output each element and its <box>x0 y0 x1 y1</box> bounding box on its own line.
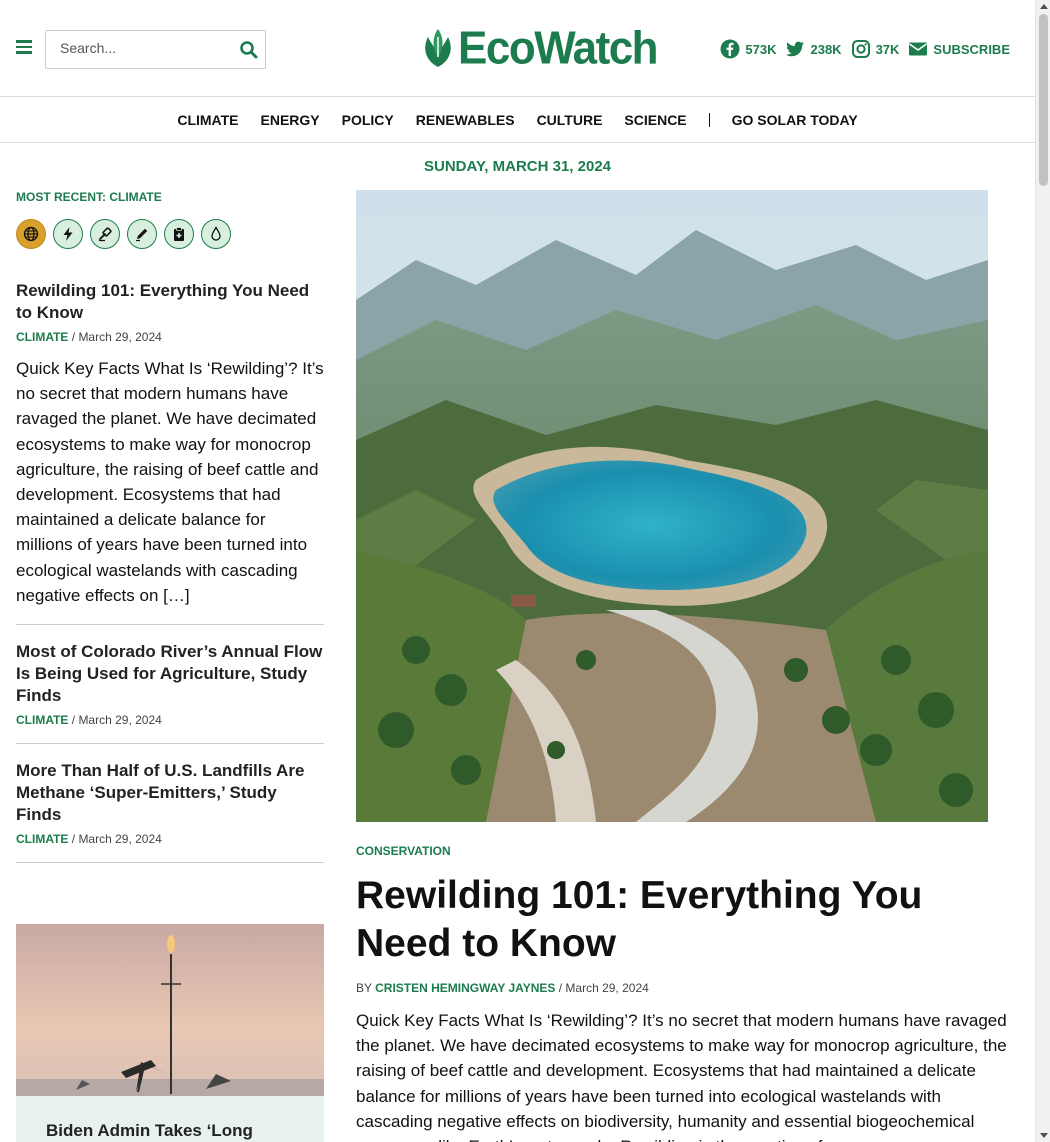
article-date: / March 29, 2024 <box>68 832 162 847</box>
featured-date: / March 29, 2024 <box>555 981 649 995</box>
facebook-count: 573K <box>745 41 777 57</box>
twitter-count: 238K <box>810 41 842 57</box>
search-icon[interactable] <box>239 40 259 60</box>
water-drop-icon[interactable] <box>201 219 231 249</box>
envelope-icon <box>909 42 928 56</box>
instagram-link[interactable]: 37K <box>851 39 900 59</box>
lightning-icon[interactable] <box>53 219 83 249</box>
subscribe-link[interactable]: SUBSCRIBE <box>908 39 1010 59</box>
featured-author[interactable]: CRISTEN HEMINGWAY JAYNES <box>375 981 555 995</box>
nav-climate[interactable]: CLIMATE <box>177 112 238 128</box>
nav-go-solar[interactable]: GO SOLAR TODAY <box>732 112 858 128</box>
scroll-up-arrow-icon[interactable] <box>1040 4 1048 9</box>
most-recent-sidebar: MOST RECENT: CLIMATE Rewilding 101: Ever… <box>16 190 324 879</box>
hamburger-menu-icon[interactable] <box>16 40 32 56</box>
article-meta: CLIMATE / March 29, 2024 <box>16 832 324 846</box>
article-meta: CLIMATE / March 29, 2024 <box>16 713 324 727</box>
search-box <box>45 30 266 69</box>
gavel-icon[interactable] <box>90 219 120 249</box>
featured-title[interactable]: Rewilding 101: Everything You Need to Kn… <box>356 872 1016 968</box>
nav-divider <box>708 112 710 127</box>
site-logo[interactable]: EcoWatch <box>422 23 659 74</box>
globe-icon[interactable] <box>16 219 46 249</box>
article-category[interactable]: CLIMATE <box>16 330 68 344</box>
article-category[interactable]: CLIMATE <box>16 713 68 727</box>
nav-science[interactable]: SCIENCE <box>624 112 686 128</box>
featured-excerpt: Quick Key Facts What Is ‘Rewilding’? It’… <box>356 1011 1007 1142</box>
clipboard-icon[interactable] <box>164 219 194 249</box>
scrollbar[interactable] <box>1035 0 1050 1142</box>
logo-text: EcoWatch <box>458 22 659 75</box>
list-item[interactable]: Rewilding 101: Everything You Need to Kn… <box>16 280 324 626</box>
instagram-icon <box>851 40 870 58</box>
list-item[interactable]: Most of Colorado River’s Annual Flow Is … <box>16 641 324 745</box>
nav-energy[interactable]: ENERGY <box>261 112 320 128</box>
article-category[interactable]: CLIMATE <box>16 832 68 846</box>
article-title[interactable]: Rewilding 101: Everything You Need to Kn… <box>16 280 324 324</box>
nav-policy[interactable]: POLICY <box>342 112 394 128</box>
most-recent-heading: MOST RECENT: CLIMATE <box>16 190 162 204</box>
article-title[interactable]: Most of Colorado River’s Annual Flow Is … <box>16 641 324 707</box>
search-input[interactable] <box>60 40 220 56</box>
twitter-link[interactable]: 238K <box>785 39 842 59</box>
facebook-link[interactable]: 573K <box>720 39 776 59</box>
byline-by: BY <box>356 981 376 995</box>
hero-image[interactable] <box>356 190 988 822</box>
main-nav: CLIMATE ENERGY POLICY RENEWABLES CULTURE… <box>0 97 1035 143</box>
category-icon-row <box>16 219 324 249</box>
scroll-thumb[interactable] <box>1039 14 1048 186</box>
scroll-down-arrow-icon[interactable] <box>1040 1133 1048 1138</box>
pencil-icon[interactable] <box>127 219 157 249</box>
list-item[interactable]: More Than Half of U.S. Landfills Are Met… <box>16 760 324 864</box>
nav-culture[interactable]: CULTURE <box>537 112 603 128</box>
featured-byline: BY CRISTEN HEMINGWAY JAYNES / March 29, … <box>356 981 649 995</box>
article-date: / March 29, 2024 <box>68 330 162 344</box>
site-header: EcoWatch 573K 238K 37K <box>0 0 1035 97</box>
oil-field-image[interactable] <box>16 924 324 1096</box>
twitter-icon <box>786 41 805 57</box>
nav-renewables[interactable]: RENEWABLES <box>416 112 515 128</box>
current-date: SUNDAY, MARCH 31, 2024 <box>423 158 612 175</box>
featured-card[interactable]: Biden Admin Takes ‘Long <box>16 924 324 1142</box>
card-title[interactable]: Biden Admin Takes ‘Long <box>46 1121 253 1141</box>
instagram-count: 37K <box>875 41 900 57</box>
subscribe-label: SUBSCRIBE <box>933 41 1010 57</box>
article-title[interactable]: More Than Half of U.S. Landfills Are Met… <box>16 760 324 826</box>
facebook-icon <box>720 39 740 59</box>
featured-category[interactable]: CONSERVATION <box>356 844 451 858</box>
article-date: / March 29, 2024 <box>68 713 162 728</box>
leaf-logo-icon <box>425 29 451 67</box>
article-excerpt: Quick Key Facts What Is ‘Rewilding’? It’… <box>16 359 324 605</box>
article-meta: CLIMATE / March 29, 2024 <box>16 330 324 344</box>
social-links: 573K 238K 37K SUBSCRIBE <box>720 39 1010 59</box>
